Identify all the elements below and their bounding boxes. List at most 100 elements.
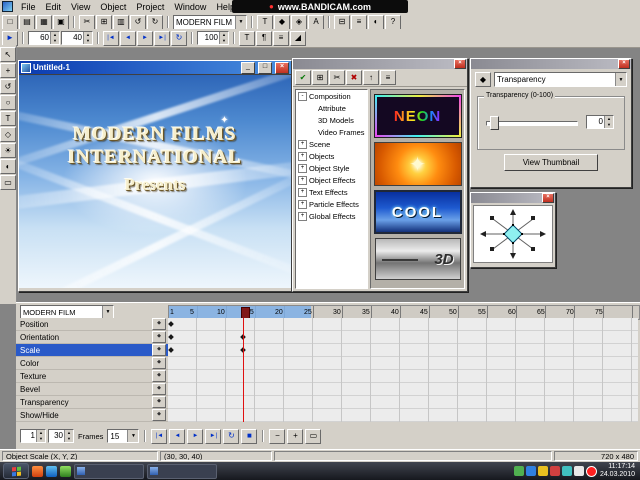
light-tool[interactable]: ☀: [0, 143, 16, 158]
keyframe-icon[interactable]: ◆: [152, 318, 166, 330]
start-frame-field[interactable]: 1 ▲▼: [20, 429, 46, 443]
timeline-stop-button[interactable]: ■: [241, 429, 257, 444]
up-icon[interactable]: ↑: [363, 70, 379, 85]
rotate-tool[interactable]: ↺: [0, 79, 16, 94]
print-icon[interactable]: ▣: [53, 15, 69, 30]
tray-icon[interactable]: [538, 466, 548, 476]
spin-down-icon[interactable]: ▼: [37, 436, 45, 442]
first-frame-button[interactable]: |◄: [103, 31, 119, 46]
attribute-combo[interactable]: Transparency ▼: [494, 72, 627, 87]
position-titlebar[interactable]: ×: [471, 193, 555, 203]
zoom-tool[interactable]: ○: [0, 95, 16, 110]
track-position[interactable]: Position◆: [16, 318, 168, 331]
help-icon[interactable]: ?: [385, 15, 401, 30]
track-scale[interactable]: Scale◆: [16, 344, 168, 357]
tray-icon[interactable]: [550, 466, 560, 476]
playhead-line[interactable]: [243, 318, 244, 422]
save-icon[interactable]: ▦: [36, 15, 52, 30]
expander-icon[interactable]: +: [298, 152, 307, 161]
spin-down-icon[interactable]: ▼: [605, 122, 613, 128]
keyframe-icon[interactable]: ◆: [152, 383, 166, 395]
paragraph-icon[interactable]: ¶: [256, 31, 272, 46]
palette-close-button[interactable]: ×: [454, 59, 466, 69]
attribute-close-button[interactable]: ×: [618, 59, 630, 69]
expander-icon[interactable]: -: [298, 92, 307, 101]
spin-down-icon[interactable]: ▼: [220, 38, 228, 44]
close-button[interactable]: ×: [275, 62, 289, 74]
track-show-hide[interactable]: Show/Hide◆: [16, 409, 168, 422]
zoom-out-icon[interactable]: −: [269, 429, 285, 444]
spin-down-icon[interactable]: ▼: [84, 38, 92, 44]
tree-item-particle-effects[interactable]: +Particle Effects: [296, 198, 367, 210]
zoom-in-icon[interactable]: +: [287, 429, 303, 444]
cut-icon[interactable]: ✂: [329, 70, 345, 85]
expander-icon[interactable]: +: [298, 188, 307, 197]
taskbar-app-button[interactable]: [147, 464, 217, 479]
start-button[interactable]: [3, 463, 29, 479]
insert-graphics-icon[interactable]: ◆: [274, 15, 290, 30]
chevron-down-icon[interactable]: ▼: [102, 306, 113, 318]
chevron-down-icon[interactable]: ▼: [615, 73, 626, 86]
track-bevel[interactable]: Bevel◆: [16, 383, 168, 396]
paste-icon[interactable]: ▥: [113, 15, 129, 30]
thumbnail-cool[interactable]: COOL: [374, 190, 462, 234]
move-tool[interactable]: +: [0, 63, 16, 78]
fit-icon[interactable]: ▭: [305, 429, 321, 444]
spin-down-icon[interactable]: ▼: [65, 436, 73, 442]
add-icon[interactable]: ⊞: [312, 70, 328, 85]
view-thumbnail-button[interactable]: View Thumbnail: [504, 154, 598, 171]
document-titlebar[interactable]: Untitled-1 _ □ ×: [19, 61, 291, 74]
expander-icon[interactable]: +: [298, 212, 307, 221]
maximize-button[interactable]: □: [258, 62, 272, 74]
tree-item-text-effects[interactable]: +Text Effects: [296, 186, 367, 198]
thumbnail-neon[interactable]: NEON: [374, 94, 462, 138]
loop-button[interactable]: ↻: [171, 31, 187, 46]
track-transparency[interactable]: Transparency◆: [16, 396, 168, 409]
menu-file[interactable]: File: [16, 1, 41, 13]
keyframe-diamond[interactable]: [168, 347, 174, 353]
tree-item-3d-models[interactable]: 3D Models: [296, 114, 367, 126]
expander-icon[interactable]: +: [298, 200, 307, 209]
attribute-titlebar[interactable]: ×: [471, 59, 631, 69]
select-mode-icon[interactable]: ►: [2, 31, 18, 46]
spinner[interactable]: ▲▼: [83, 32, 92, 44]
thumbnail-3d[interactable]: 3D: [375, 238, 461, 280]
tree-item-objects[interactable]: +Objects: [296, 150, 367, 162]
timeline-object-combo[interactable]: MODERN FILM ▼: [20, 305, 114, 319]
align-icon[interactable]: ≡: [351, 15, 367, 30]
keyframe-icon[interactable]: ◆: [152, 344, 166, 356]
apply-icon[interactable]: ✔: [295, 70, 311, 85]
preview-canvas[interactable]: MODERN FILMS INTERNATIONAL Presents ✦: [19, 74, 291, 288]
tree-item-attribute[interactable]: Attribute: [296, 102, 367, 114]
shape-tool[interactable]: ◇: [0, 127, 16, 142]
menu-project[interactable]: Project: [131, 1, 169, 13]
zoom-field[interactable]: 100 ▲▼: [197, 31, 229, 45]
tree-item-video-frames[interactable]: Video Frames: [296, 126, 367, 138]
timeline-play-button[interactable]: ►: [187, 429, 203, 444]
tree-item-object-style[interactable]: +Object Style: [296, 162, 367, 174]
timeline-next-button[interactable]: ►|: [205, 429, 221, 444]
tree-item-composition[interactable]: -Composition: [296, 90, 367, 102]
end-frame-field[interactable]: 30 ▲▼: [48, 429, 74, 443]
menu-icon[interactable]: ≡: [380, 70, 396, 85]
track-texture[interactable]: Texture◆: [16, 370, 168, 383]
menu-object[interactable]: Object: [95, 1, 131, 13]
quicklaunch-icon[interactable]: [46, 466, 57, 477]
cut-icon[interactable]: ✂: [79, 15, 95, 30]
frame-rate-combo[interactable]: 15 ▼: [107, 429, 139, 443]
thumbnail-burst[interactable]: ✦: [374, 142, 462, 186]
text-tool[interactable]: T: [0, 111, 16, 126]
insert-model-icon[interactable]: ◈: [291, 15, 307, 30]
height-field[interactable]: 40 ▲▼: [61, 31, 93, 45]
chevron-down-icon[interactable]: ▼: [127, 430, 138, 442]
expander-icon[interactable]: +: [298, 176, 307, 185]
delete-icon[interactable]: ✖: [346, 70, 362, 85]
timeline-grid[interactable]: [168, 318, 638, 422]
transparency-slider[interactable]: [486, 115, 578, 129]
rotate-icon[interactable]: ◢: [290, 31, 306, 46]
text-style-icon[interactable]: T: [239, 31, 255, 46]
edit-text-icon[interactable]: A: [308, 15, 324, 30]
camera-tool[interactable]: ▭: [0, 175, 16, 190]
keyframe-diamond[interactable]: [168, 321, 174, 327]
width-field[interactable]: 60 ▲▼: [28, 31, 60, 45]
